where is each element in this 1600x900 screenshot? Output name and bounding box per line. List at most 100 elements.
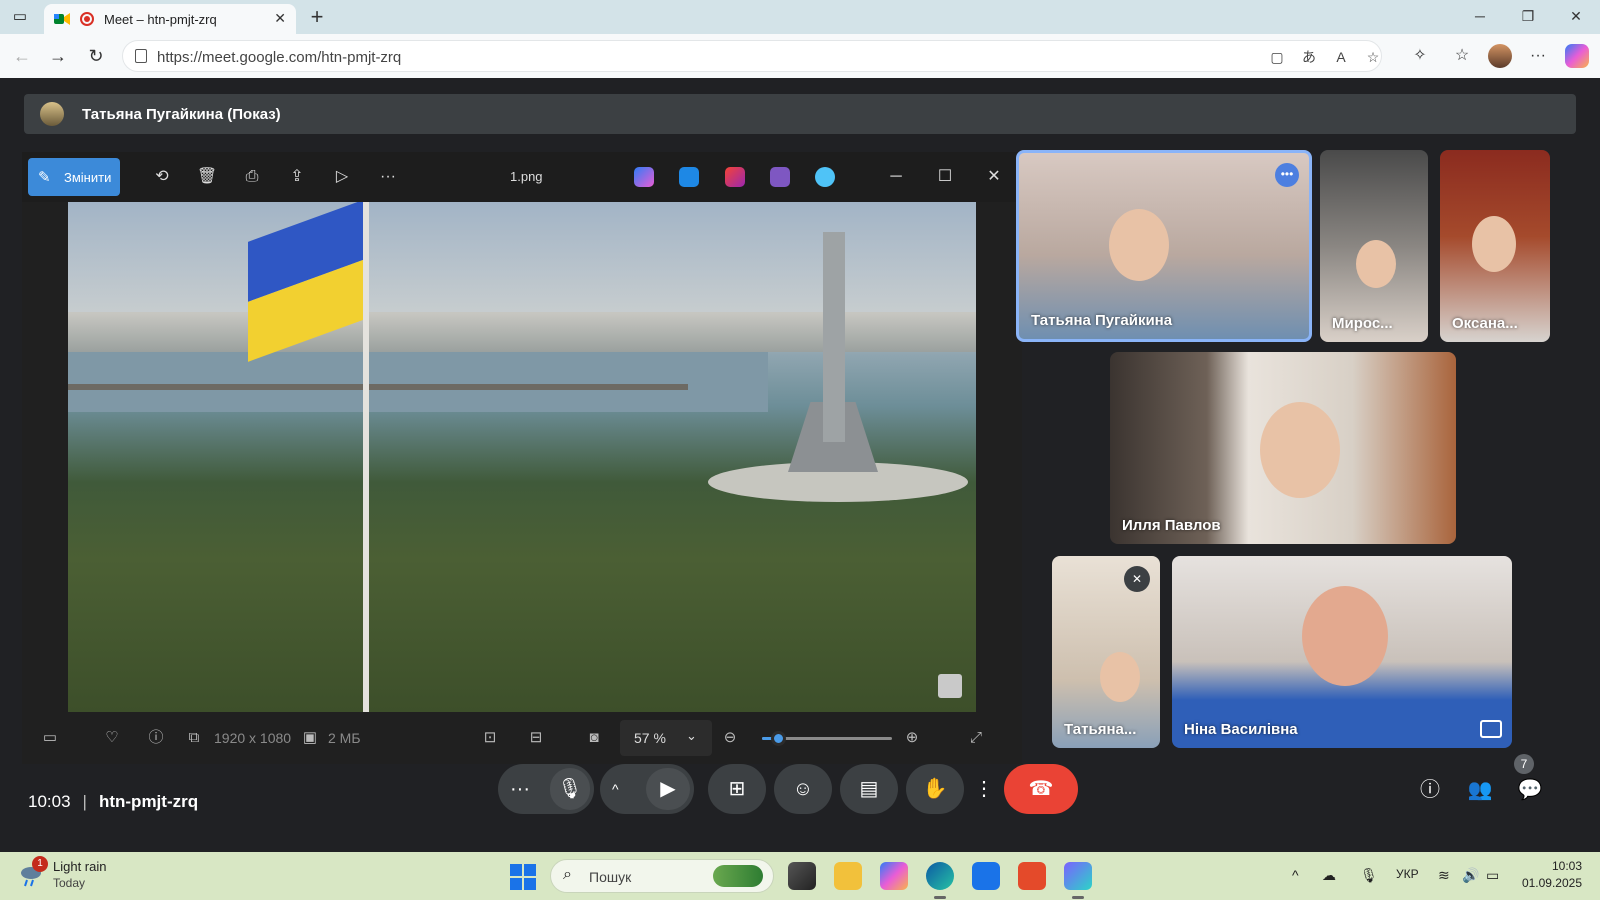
mic-tray-icon[interactable]: 🎙 [1360, 867, 1378, 884]
taskbar-search[interactable]: ⌕ Пошук [550, 859, 774, 893]
weather-condition[interactable]: Light rain [53, 859, 106, 874]
onedrive-tray-icon[interactable]: ☁ [1322, 867, 1336, 884]
participant-tile[interactable]: Ніна Василівна [1172, 556, 1512, 748]
camera-button[interactable]: ▶ [646, 768, 690, 810]
people-icon[interactable]: 👥 [1466, 776, 1494, 804]
filmstrip-icon[interactable]: ▭ [38, 726, 62, 750]
camera-permission-icon[interactable]: ▢ [1267, 47, 1287, 67]
chat-icon[interactable]: 💬 [1516, 776, 1544, 804]
delete-icon[interactable]: 🗑 [195, 165, 219, 189]
read-aloud-icon[interactable]: A [1331, 47, 1351, 67]
zoom-in-icon[interactable]: ⊕ [900, 726, 924, 750]
captions-button[interactable]: ▤ [840, 764, 898, 814]
clock-date: 01.09.2025 [1521, 876, 1582, 890]
file-explorer-icon[interactable] [834, 862, 862, 890]
participant-tile[interactable]: Илля Павлов [1110, 352, 1456, 544]
chevron-down-icon: ⌄ [686, 728, 697, 743]
copilot-taskbar-icon[interactable] [880, 862, 908, 890]
maximize-window-button[interactable]: ❐ [1516, 6, 1540, 26]
tab-actions-icon[interactable]: ▭ [8, 6, 32, 28]
viewer-close-icon[interactable]: ✕ [982, 165, 1006, 189]
language-indicator[interactable]: УКР [1396, 867, 1419, 881]
paint-app-icon[interactable] [725, 167, 745, 187]
more-audio-options-icon[interactable]: ··· [510, 764, 530, 814]
zoom-value: 57 % [634, 730, 666, 746]
minimize-window-button[interactable]: ─ [1468, 6, 1492, 26]
present-screen-button[interactable]: ⊞ [708, 764, 766, 814]
clock-time: 10:03 [1551, 859, 1582, 873]
weather-alert-badge: 1 [32, 856, 48, 872]
fullscreen-icon[interactable]: ⤢ [964, 726, 988, 750]
clipchamp-app-icon[interactable] [770, 167, 790, 187]
more-options-icon[interactable]: ••• [1275, 163, 1299, 187]
slideshow-icon[interactable]: ▷ [330, 165, 354, 189]
zoom-dropdown[interactable]: 57 % ⌄ [620, 720, 712, 756]
copilot-icon[interactable] [1565, 44, 1589, 68]
reload-button[interactable]: ↻ [84, 44, 108, 68]
meeting-details-icon[interactable]: ⓘ [1416, 776, 1444, 804]
edit-button[interactable]: ✎ Змінити [28, 158, 120, 196]
info-icon[interactable]: ⓘ [144, 726, 168, 750]
dimensions-icon: ⧉ [188, 729, 200, 746]
translate-icon[interactable]: あ [1299, 47, 1319, 67]
edge-icon[interactable] [926, 862, 954, 890]
office-icon[interactable] [1018, 862, 1046, 890]
viewer-maximize-icon[interactable]: ☐ [933, 165, 957, 189]
end-call-button[interactable]: ☎ [1004, 764, 1078, 814]
focus-icon[interactable]: ⊡ [478, 726, 502, 750]
favorite-heart-icon[interactable]: ♡ [100, 726, 124, 750]
favorites-icon[interactable]: ☆ [1450, 44, 1474, 68]
active-app-indicator [934, 896, 946, 899]
new-tab-button[interactable]: + [304, 4, 330, 30]
lock-icon[interactable] [135, 49, 147, 63]
image-corner-icon[interactable] [938, 674, 962, 698]
tray-overflow-icon[interactable]: ^ [1292, 867, 1299, 883]
emoji-reaction-button[interactable]: ☺ [774, 764, 832, 814]
battery-icon[interactable]: ▭ [1486, 867, 1499, 884]
extensions-icon[interactable]: ✧ [1408, 44, 1432, 68]
forward-button[interactable]: → [46, 44, 70, 68]
taskbar-clock[interactable]: 10:03 01.09.2025 [1520, 858, 1582, 892]
back-button[interactable]: ← [10, 44, 34, 68]
participant-name: Ніна Василівна [1184, 721, 1298, 738]
share-icon[interactable]: ⇪ [285, 165, 309, 189]
store-icon[interactable] [972, 862, 1000, 890]
mic-group: ··· 🎙 [498, 764, 594, 814]
more-menu-icon[interactable]: ··· [1526, 44, 1550, 68]
viewer-minimize-icon[interactable]: ─ [884, 165, 908, 189]
task-view-icon[interactable] [788, 862, 816, 890]
pin-icon[interactable] [1480, 720, 1502, 738]
participant-tile[interactable]: ••• Татьяна Пугайкина [1016, 150, 1312, 342]
onedrive-app-icon[interactable] [815, 167, 835, 187]
participant-tile[interactable]: Мирос... [1320, 150, 1428, 342]
chevron-up-icon[interactable]: ^ [612, 764, 619, 814]
zoom-slider[interactable] [762, 731, 892, 746]
profile-avatar[interactable] [1488, 44, 1512, 68]
file-size: 2 МБ [328, 730, 361, 746]
close-window-button[interactable]: ✕ [1564, 6, 1588, 26]
rotate-icon[interactable]: ⟲ [150, 165, 174, 189]
tab-close-icon[interactable]: ✕ [274, 10, 286, 27]
more-options-icon[interactable]: ⋮ [972, 764, 996, 814]
microphone-button[interactable]: 🎙 [550, 768, 590, 810]
start-button[interactable] [510, 864, 536, 890]
text-scan-icon[interactable]: ⊟ [524, 726, 548, 750]
raise-hand-button[interactable]: ✋ [906, 764, 964, 814]
favorite-star-icon[interactable]: ☆ [1363, 47, 1383, 67]
volume-icon[interactable]: 🔊 [1462, 867, 1479, 884]
participant-name: Илля Павлов [1122, 517, 1221, 534]
more-options-icon[interactable]: ··· [376, 165, 400, 189]
presenter-bar: Татьяна Пугайкина (Показ) [24, 94, 1576, 134]
print-icon[interactable]: ⎙ [240, 165, 264, 189]
wifi-icon[interactable]: ≋ [1438, 867, 1450, 884]
participant-tile[interactable]: Оксана... [1440, 150, 1550, 342]
participant-tile[interactable]: ✕ Татьяна... [1052, 556, 1160, 748]
address-bar[interactable]: https://meet.google.com/htn-pmjt-zrq ▢ あ… [122, 40, 1382, 72]
copilot-app-icon[interactable] [634, 167, 654, 187]
designer-app-icon[interactable] [679, 167, 699, 187]
zoom-slider-thumb[interactable] [770, 731, 786, 746]
photos-icon[interactable] [1064, 862, 1092, 890]
zoom-out-icon[interactable]: ⊖ [718, 726, 742, 750]
tab-meet[interactable]: Meet – htn-pmjt-zrq ✕ [44, 4, 296, 34]
actual-size-icon[interactable]: ◙ [582, 726, 606, 750]
